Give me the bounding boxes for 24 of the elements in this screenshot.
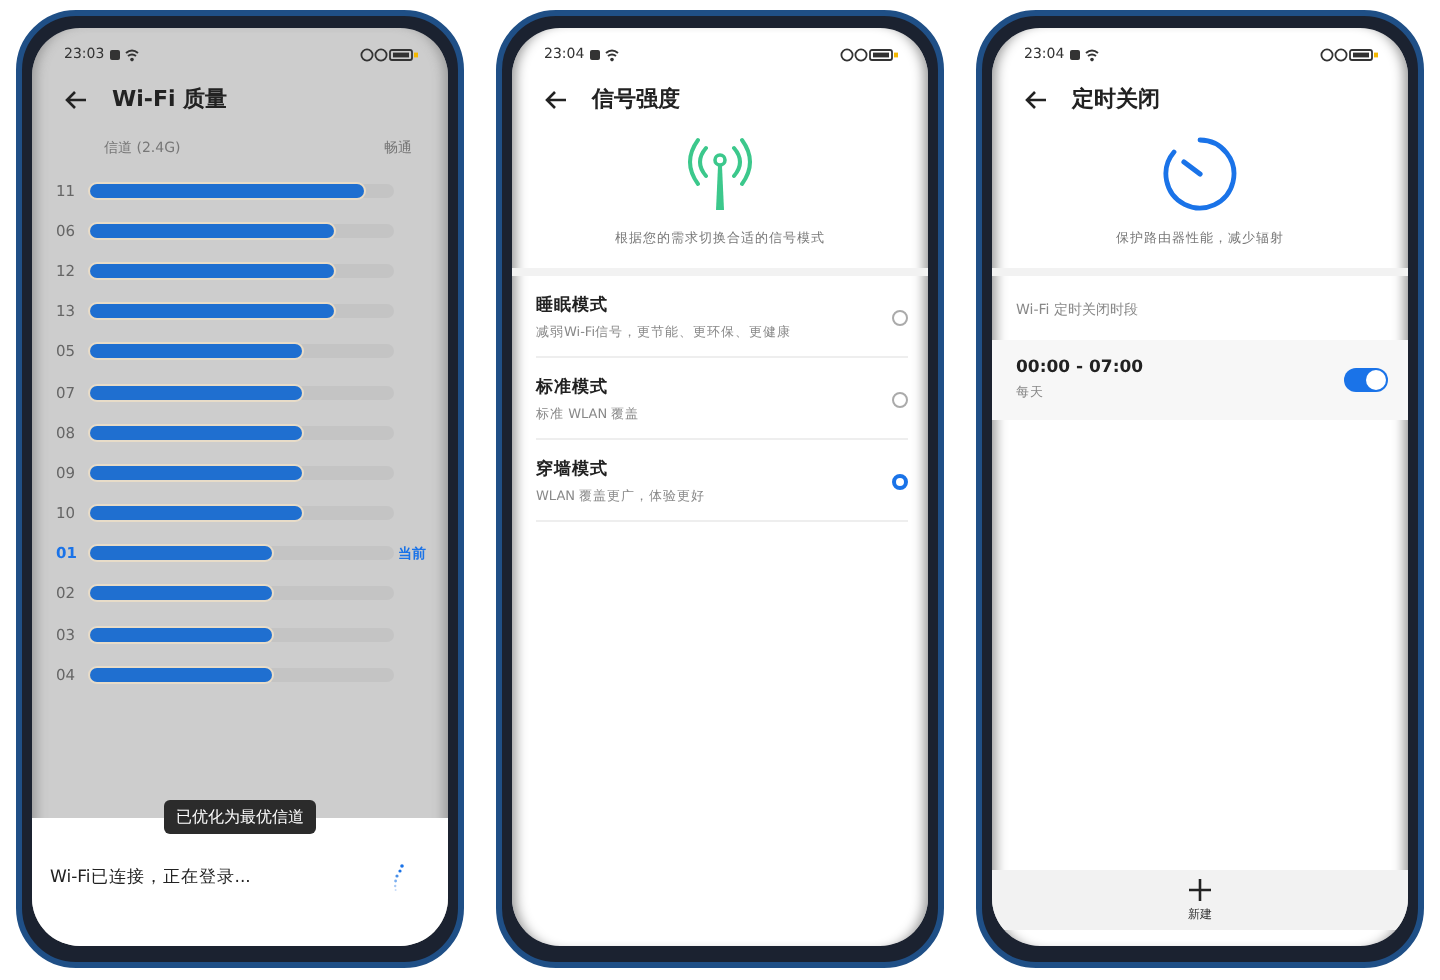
mode-title: 标准模式 <box>536 376 610 400</box>
status-icons-drawing <box>360 47 420 61</box>
toast: 已优化为最优信道 <box>164 800 316 834</box>
radio-button[interactable] <box>892 474 908 490</box>
schedule-time: 00:00 - 07:00 <box>1016 358 1144 378</box>
radio-button[interactable] <box>892 392 908 408</box>
toggle-switch[interactable] <box>1344 368 1388 392</box>
status-icons-drawing <box>590 47 623 61</box>
mode-title: 睡眠模式 <box>536 294 610 318</box>
status-icons-drawing <box>1070 47 1103 61</box>
status-icons-drawing <box>1320 47 1380 61</box>
page-title: 定时关闭 <box>1072 84 1160 114</box>
status-icons-drawing <box>110 47 143 61</box>
back-arrow-icon[interactable] <box>1024 89 1048 109</box>
loading-icon <box>392 864 404 892</box>
radio-button[interactable] <box>892 310 908 326</box>
status-icons-drawing <box>840 47 900 61</box>
back-arrow-icon[interactable] <box>64 89 88 109</box>
page-title: Wi-Fi 质量 <box>112 84 228 114</box>
mode-title: 穿墙模式 <box>536 458 610 482</box>
back-arrow-icon[interactable] <box>544 89 568 109</box>
page-title: 信号强度 <box>592 84 680 114</box>
timer-icon <box>1160 134 1240 214</box>
connection-status: Wi-Fi已连接，正在登录... <box>50 866 251 890</box>
